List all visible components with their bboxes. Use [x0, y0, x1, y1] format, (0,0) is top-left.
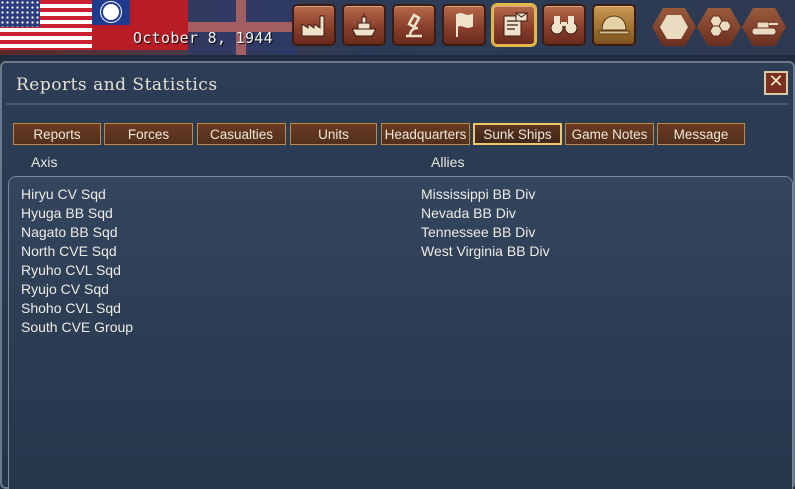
factory-icon [301, 15, 325, 37]
list-item: Tennessee BB Div [421, 224, 536, 240]
hex-icon [660, 15, 688, 39]
tank-button[interactable] [742, 8, 786, 46]
list-item: Nevada BB Div [421, 205, 516, 221]
hex-grid-button[interactable] [697, 8, 741, 46]
report-icon [503, 12, 528, 37]
naval-button[interactable] [342, 4, 386, 46]
microscope-icon [406, 13, 422, 38]
tank-icon [751, 21, 778, 36]
close-icon: ✕ [768, 71, 784, 92]
list-item: Shoho CVL Sqd [21, 300, 121, 316]
close-button[interactable]: ✕ [764, 71, 788, 95]
tab-game-notes[interactable]: Game Notes [565, 123, 654, 145]
axis-column-header: Axis [31, 154, 58, 170]
research-button[interactable] [392, 4, 436, 46]
list-item: Ryuho CVL Sqd [21, 262, 121, 278]
list-item: Hiryu CV Sqd [21, 186, 106, 202]
list-item: West Virginia BB Div [421, 243, 550, 259]
ship-icon [351, 13, 377, 37]
list-item: Hyuga BB Sqd [21, 205, 113, 221]
hex-grid-icon [709, 15, 732, 37]
top-bar: October 8, 1944 [0, 0, 795, 55]
list-item: South CVE Group [21, 319, 134, 335]
reports-panel: Reports and Statistics ✕ Reports Forces … [0, 61, 795, 489]
army-button[interactable] [592, 4, 636, 46]
game-date: October 8, 1944 [133, 29, 273, 47]
list-item: Ryujo CV Sqd [21, 281, 109, 297]
title-divider [6, 103, 789, 105]
axis-ship-list: Hiryu CV Sqd Hyuga BB Sqd Nagato BB Sqd … [21, 185, 133, 337]
tab-forces[interactable]: Forces [104, 123, 193, 145]
allied-ship-list: Mississippi BB Div Nevada BB Div Tenness… [421, 185, 550, 261]
list-item: North CVE Sqd [21, 243, 117, 259]
tab-reports[interactable]: Reports [13, 123, 101, 145]
intelligence-button[interactable] [542, 4, 586, 46]
sunk-ships-list: Hiryu CV Sqd Hyuga BB Sqd Nagato BB Sqd … [8, 176, 793, 489]
us-flag-icon [0, 0, 92, 50]
tab-sunk-ships[interactable]: Sunk Ships [473, 123, 562, 145]
objectives-button[interactable] [442, 4, 486, 46]
flag-icon [456, 13, 473, 37]
tab-message[interactable]: Message [657, 123, 745, 145]
tab-headquarters[interactable]: Headquarters [381, 123, 470, 145]
binoculars-icon [550, 16, 578, 35]
tab-casualties[interactable]: Casualties [197, 123, 286, 145]
hex-map-button[interactable] [652, 8, 696, 46]
list-item: Nagato BB Sqd [21, 224, 118, 240]
panel-title: Reports and Statistics [16, 75, 218, 95]
tab-units[interactable]: Units [290, 123, 377, 145]
list-item: Mississippi BB Div [421, 186, 536, 202]
production-button[interactable] [292, 4, 336, 46]
allies-column-header: Allies [431, 154, 465, 170]
reports-button[interactable] [492, 4, 536, 46]
helmet-icon [598, 15, 630, 35]
